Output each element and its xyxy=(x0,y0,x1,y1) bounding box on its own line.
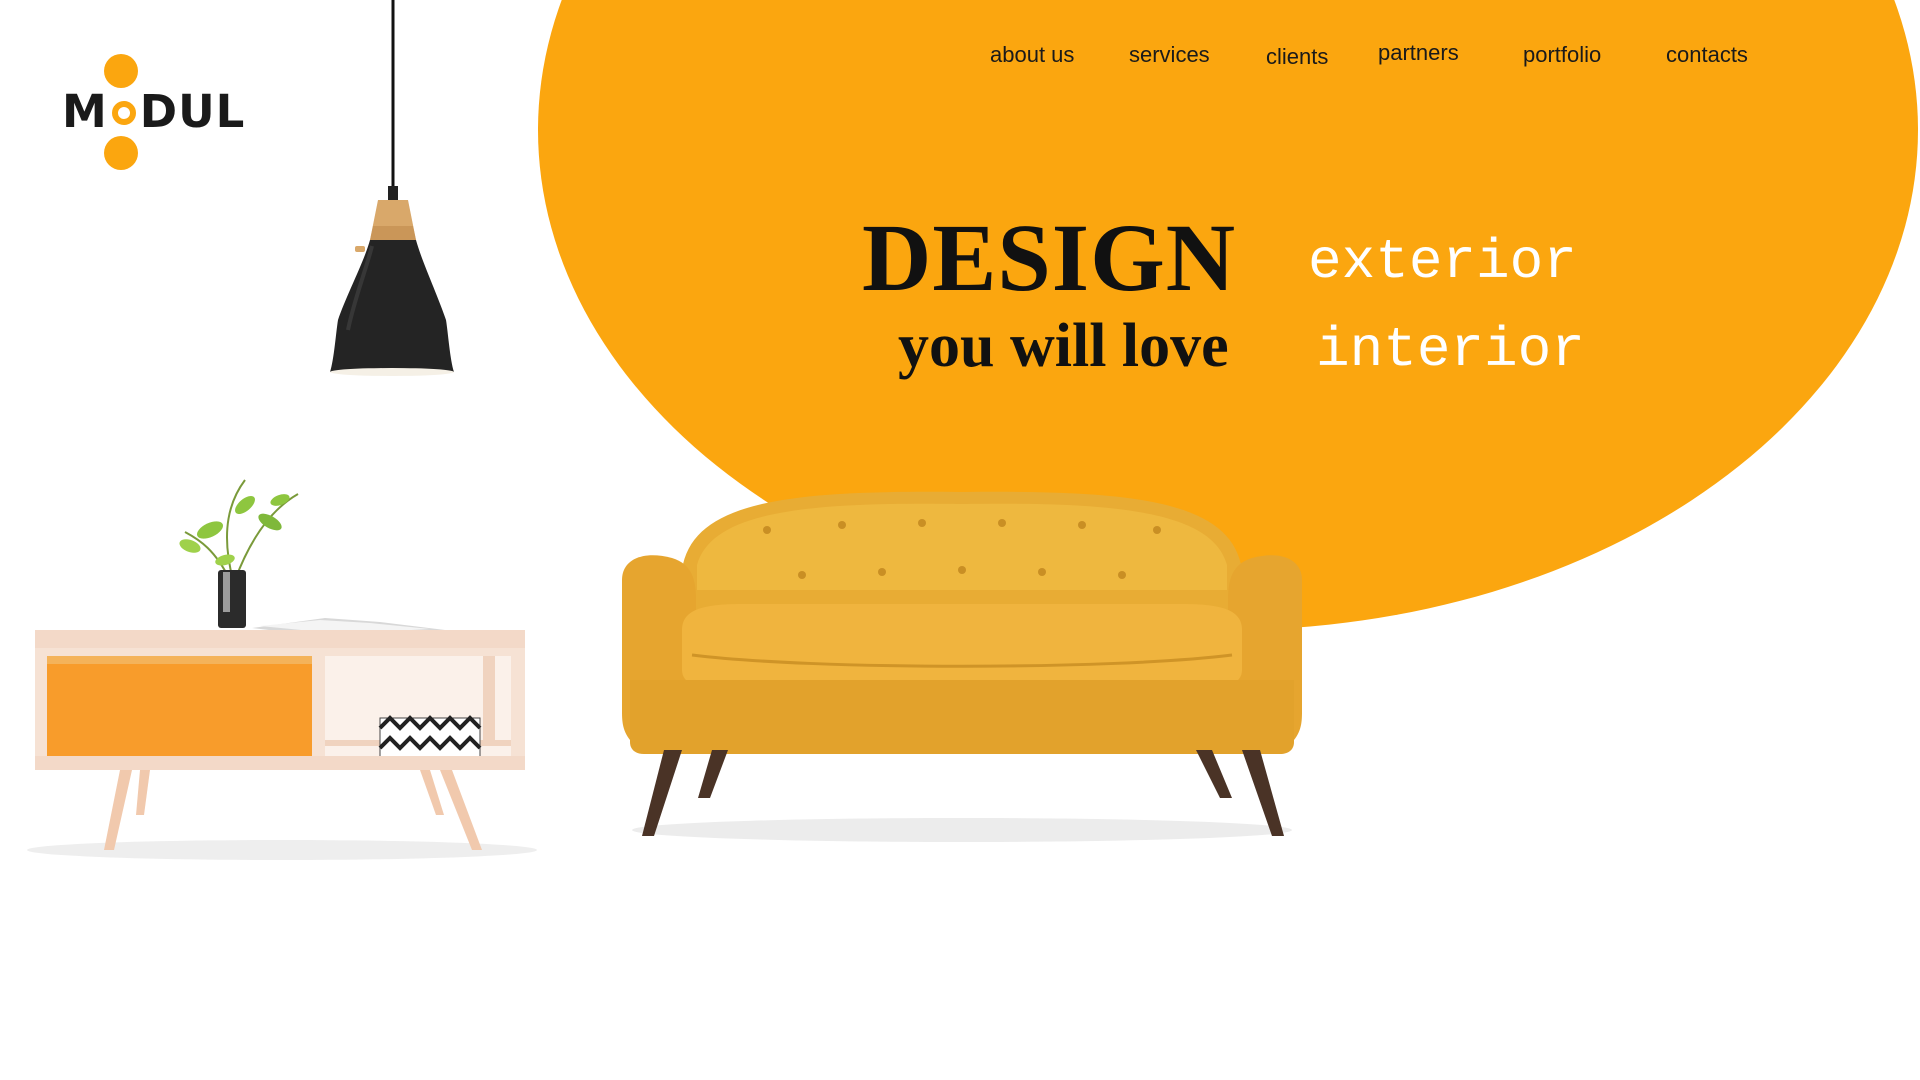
sofa-image xyxy=(622,491,1302,842)
main-nav: about us services clients partners portf… xyxy=(0,38,1920,78)
nav-partners[interactable]: partners xyxy=(1378,40,1459,66)
nav-services[interactable]: services xyxy=(1129,42,1210,68)
nav-clients[interactable]: clients xyxy=(1266,44,1328,70)
side-table-image xyxy=(27,479,537,860)
hero-headline: DESIGN xyxy=(862,204,1237,311)
logo-dot-bottom xyxy=(104,136,138,170)
logo-wordmark: M DUL xyxy=(62,88,245,136)
landing-page: M DUL about us services clients partners… xyxy=(0,0,1920,1080)
nav-portfolio[interactable]: portfolio xyxy=(1523,42,1601,68)
hero-subheadline: you will love xyxy=(898,312,1229,380)
nav-contacts[interactable]: contacts xyxy=(1666,42,1748,68)
logo-letters-dul: DUL xyxy=(139,85,246,138)
logo-ring-o xyxy=(111,101,136,125)
hero-word-exterior: exterior xyxy=(1308,230,1577,294)
logo-letter-m: M xyxy=(62,85,108,138)
hero-word-interior: interior xyxy=(1316,318,1585,382)
pendant-lamp-image xyxy=(330,0,454,376)
nav-about-us[interactable]: about us xyxy=(990,42,1074,68)
